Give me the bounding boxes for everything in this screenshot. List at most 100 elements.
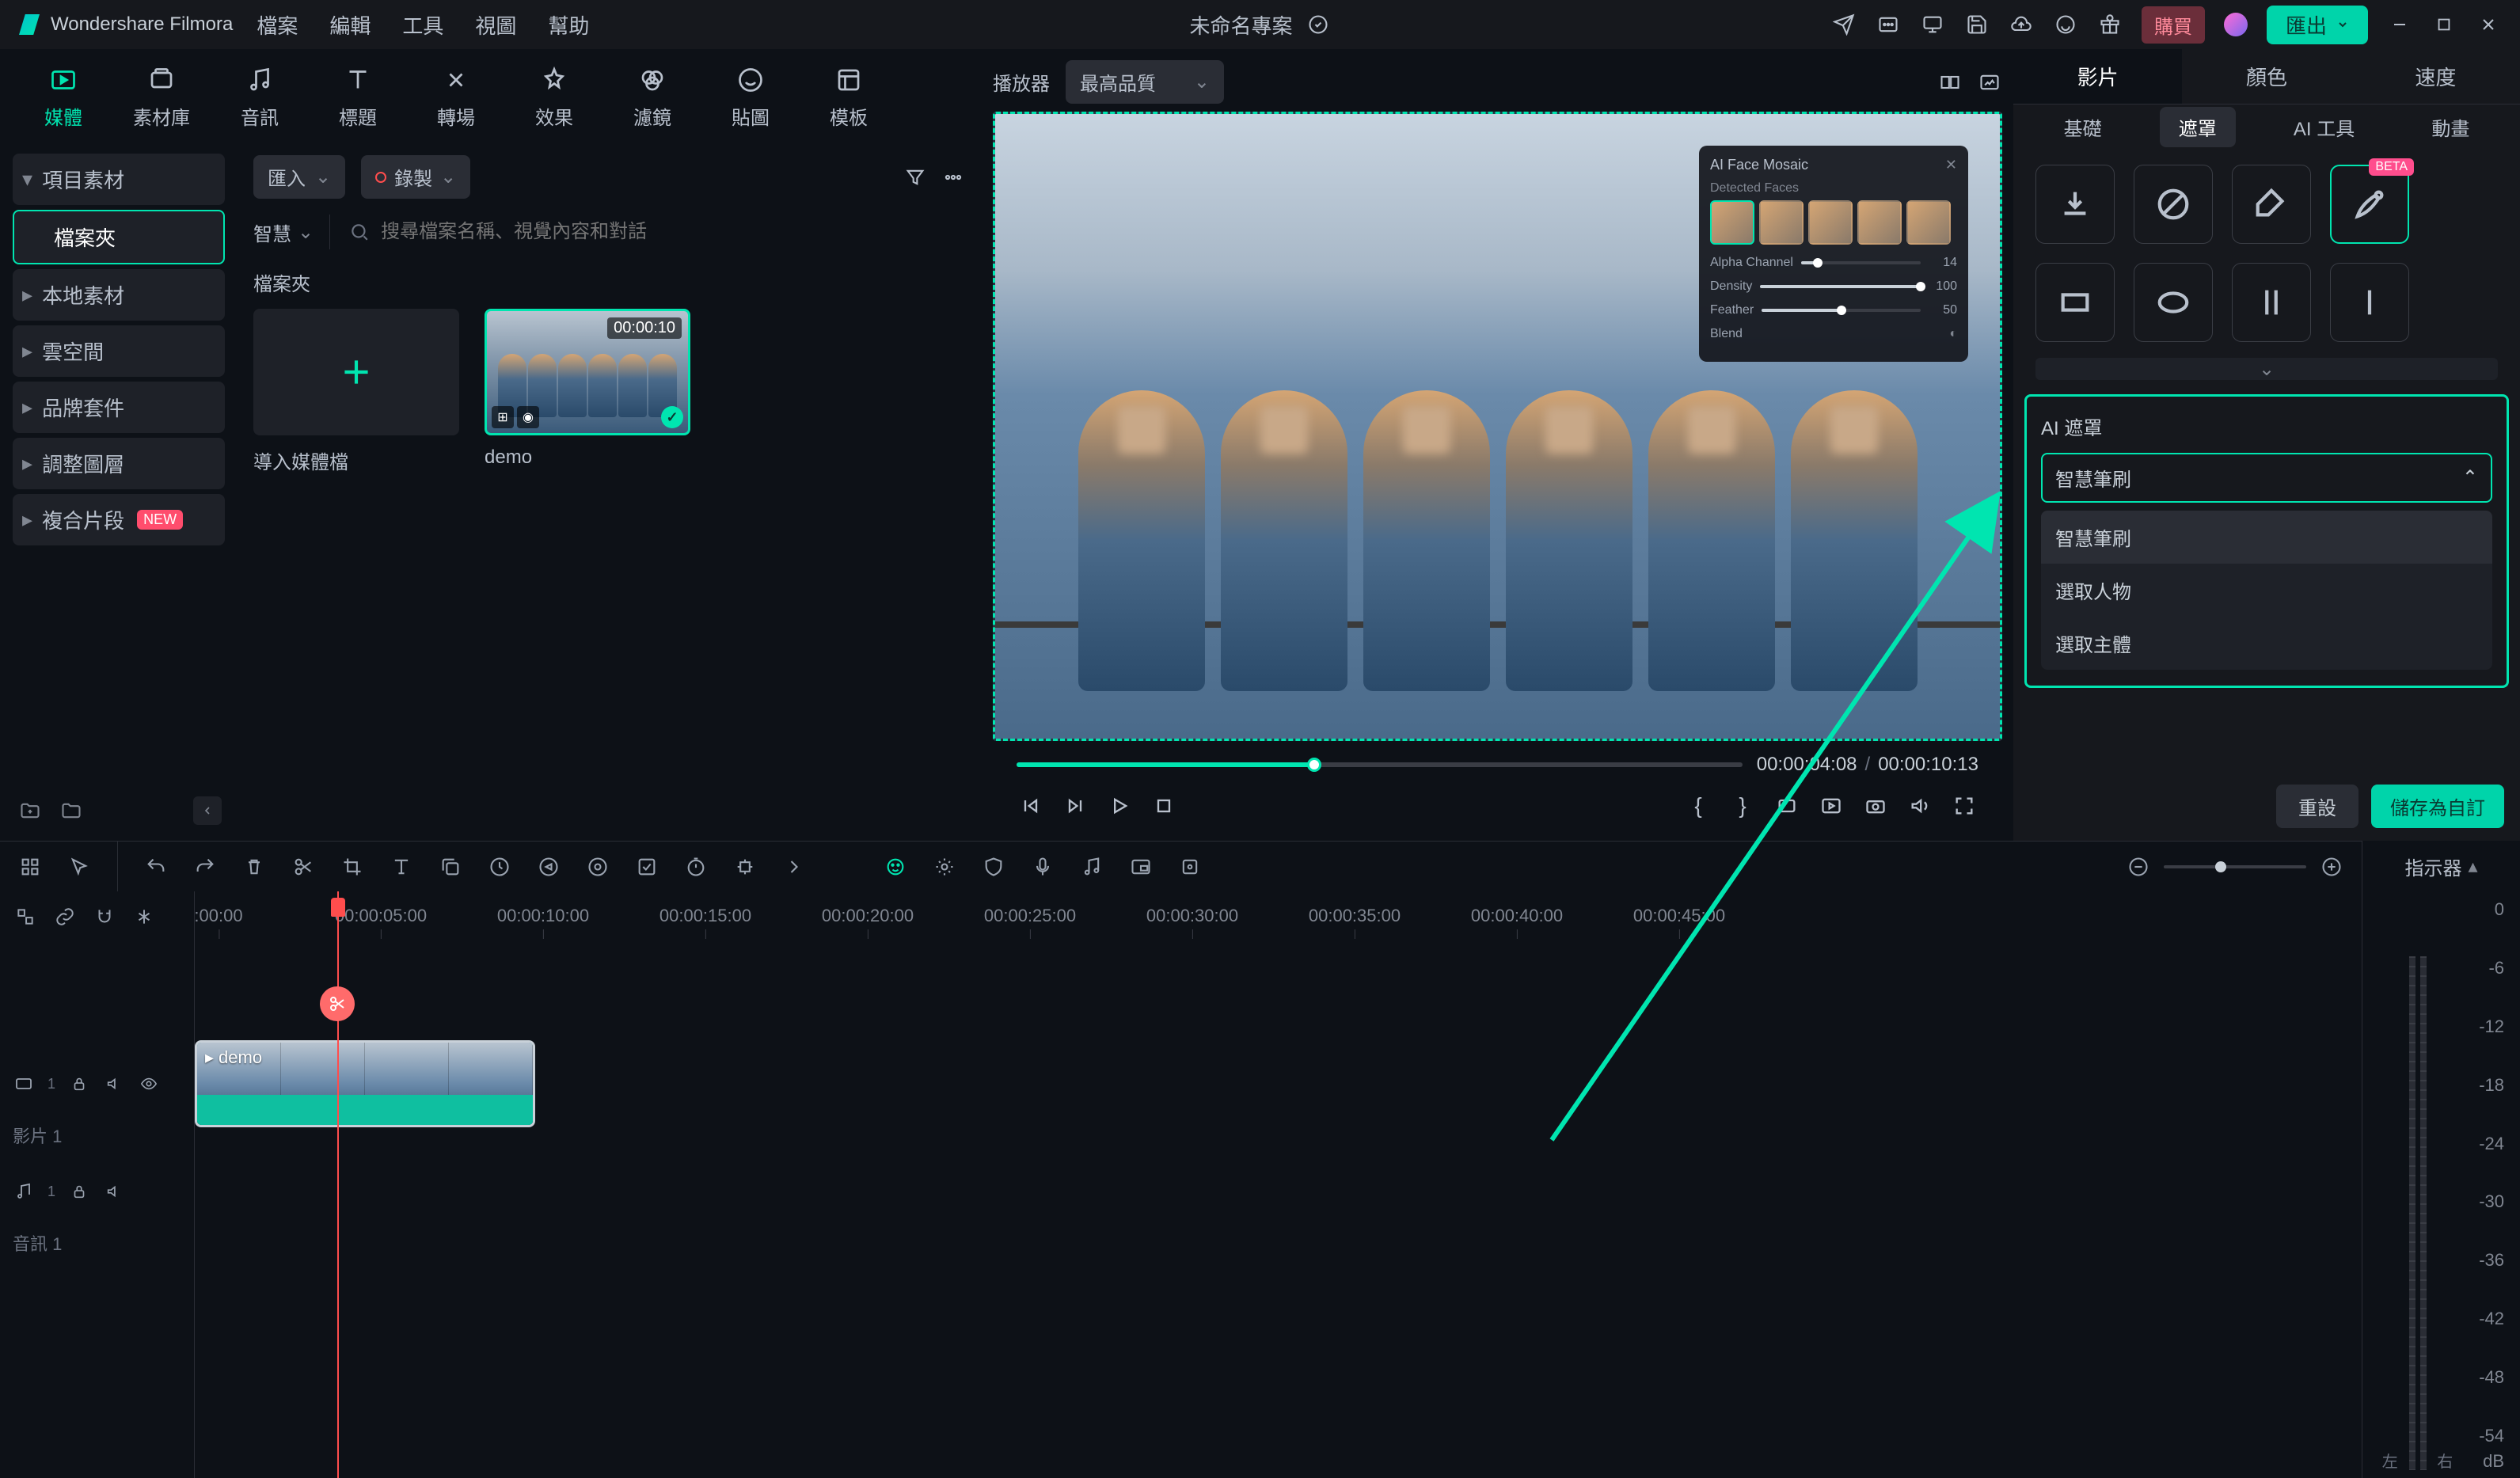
subtab-animation[interactable]: 動畫 [2412, 107, 2488, 147]
camera-button[interactable] [1861, 792, 1890, 820]
mark-in-button[interactable]: { [1684, 792, 1712, 820]
density-slider[interactable] [1760, 285, 1921, 288]
compare-icon[interactable] [1937, 70, 1963, 95]
tl-color-button[interactable] [583, 853, 612, 881]
play-button[interactable] [1105, 792, 1134, 820]
tl-redo-button[interactable] [191, 853, 219, 881]
tl-mic-button[interactable] [1028, 853, 1057, 881]
tl-stopwatch-button[interactable] [682, 853, 710, 881]
tl-crop-button[interactable] [338, 853, 367, 881]
track-lock-icon[interactable] [68, 1073, 90, 1095]
tl-tracking-button[interactable] [731, 853, 759, 881]
save-icon[interactable] [1964, 12, 1990, 37]
tl-undo-button[interactable] [142, 853, 170, 881]
tl-reverse-button[interactable] [534, 853, 563, 881]
tl-marker-button[interactable] [1176, 853, 1204, 881]
ai-option-smart-brush[interactable]: 智慧筆刷 [2041, 511, 2492, 564]
message-icon[interactable] [1876, 12, 1901, 37]
video-track-header[interactable]: 1 [0, 1040, 194, 1127]
tl-magnet-button[interactable] [92, 904, 117, 929]
sidebar-item-adjust[interactable]: ▸調整圖層 [13, 438, 225, 489]
tl-link-button[interactable] [52, 904, 78, 929]
tl-layout-button[interactable] [16, 853, 44, 881]
sidebar-item-brand[interactable]: ▸品牌套件 [13, 382, 225, 433]
tl-split-button[interactable] [289, 853, 317, 881]
blend-toggle-icon[interactable]: ◐ [1949, 327, 1957, 341]
tl-nest-button[interactable] [13, 904, 38, 929]
tab-effect[interactable]: 效果 [507, 59, 602, 135]
tab-stock[interactable]: 素材庫 [114, 59, 209, 135]
timeline-ruler[interactable]: :00:00 00:00:05:00 00:00:10:00 00:00:15:… [195, 891, 2362, 942]
ai-face-mosaic-panel[interactable]: AI Face Mosaic✕ Detected Faces Alpha Cha… [1699, 146, 1968, 362]
tab-title[interactable]: 標題 [310, 59, 405, 135]
tab-media[interactable]: 媒體 [16, 59, 111, 135]
audio-mute-icon[interactable] [103, 1180, 125, 1203]
export-button[interactable]: 匯出 [2267, 6, 2368, 44]
cloud-upload-icon[interactable] [2009, 12, 2034, 37]
tab-template[interactable]: 模板 [801, 59, 896, 135]
render-preview-button[interactable] [1817, 792, 1845, 820]
save-preset-button[interactable]: 儲存為自訂 [2371, 785, 2504, 828]
import-dropdown[interactable]: 匯入⌄ [253, 155, 345, 199]
subtab-basic[interactable]: 基礎 [2045, 107, 2121, 147]
sidebar-item-compound[interactable]: ▸複合片段NEW [13, 494, 225, 545]
user-avatar[interactable] [2224, 13, 2248, 36]
preview-viewport[interactable]: AI Face Mosaic✕ Detected Faces Alpha Cha… [993, 112, 2002, 741]
tl-music-button[interactable] [1078, 853, 1106, 881]
tl-pip-button[interactable] [1127, 853, 1155, 881]
prev-frame-button[interactable] [1017, 792, 1045, 820]
cut-marker[interactable] [320, 986, 355, 1021]
sidebar-item-project[interactable]: ▾項目素材 [13, 154, 225, 205]
send-icon[interactable] [1831, 12, 1857, 37]
mask-import[interactable] [2035, 165, 2115, 244]
timeline-clip-demo[interactable]: ▸demo [195, 1040, 535, 1127]
playhead[interactable] [337, 891, 339, 1478]
tl-more-button[interactable] [780, 853, 808, 881]
face-thumb-4[interactable] [1857, 200, 1902, 245]
subtab-mask[interactable]: 遮罩 [2160, 107, 2236, 147]
monitor-icon[interactable] [1920, 12, 1945, 37]
stop-button[interactable] [1150, 792, 1178, 820]
mask-rect[interactable] [2035, 263, 2115, 342]
expand-shapes-button[interactable]: ⌄ [2035, 358, 2498, 380]
face-thumb-2[interactable] [1759, 200, 1804, 245]
quality-dropdown[interactable]: 最高品質⌄ [1066, 60, 1224, 104]
filter-icon[interactable] [903, 165, 928, 190]
tab-audio[interactable]: 音訊 [212, 59, 307, 135]
ai-mask-dropdown[interactable]: 智慧筆刷 ⌃ [2041, 453, 2492, 503]
tl-cursor-button[interactable] [65, 853, 93, 881]
reset-button[interactable]: 重設 [2276, 785, 2358, 828]
collapse-sidebar-button[interactable] [193, 796, 222, 825]
track-mute-icon[interactable] [103, 1073, 125, 1095]
tl-snap-button[interactable] [131, 904, 157, 929]
tl-ai-button[interactable] [881, 853, 910, 881]
mask-none[interactable] [2134, 165, 2213, 244]
sidebar-item-folder[interactable]: 檔案夾 [13, 210, 225, 264]
menu-tools[interactable]: 工具 [402, 10, 443, 40]
gift-icon[interactable] [2097, 12, 2123, 37]
tab-transition[interactable]: 轉場 [409, 59, 504, 135]
face-thumb-1[interactable] [1710, 200, 1754, 245]
buy-button[interactable]: 購買 [2142, 6, 2205, 44]
menu-view[interactable]: 視圖 [475, 10, 516, 40]
clip-tools-button[interactable] [1773, 792, 1801, 820]
tl-shield-button[interactable] [979, 853, 1008, 881]
tl-chroma-button[interactable] [633, 853, 661, 881]
search-mode-dropdown[interactable]: 智慧⌄ [253, 218, 314, 246]
zoom-slider[interactable] [2164, 865, 2306, 868]
ai-option-select-person[interactable]: 選取人物 [2041, 564, 2492, 617]
tab-filter[interactable]: 濾鏡 [605, 59, 700, 135]
maximize-button[interactable] [2431, 12, 2457, 37]
record-dropdown[interactable]: 錄製⌄ [361, 155, 470, 199]
import-media-button[interactable] [253, 309, 459, 435]
menu-file[interactable]: 檔案 [257, 10, 298, 40]
track-visible-icon[interactable] [138, 1073, 160, 1095]
cloud-sync-icon[interactable] [1306, 12, 1331, 37]
menu-edit[interactable]: 編輯 [329, 10, 371, 40]
tab-sticker[interactable]: 貼圖 [703, 59, 798, 135]
subtab-ai-tools[interactable]: AI 工具 [2275, 107, 2374, 147]
tl-delete-button[interactable] [240, 853, 268, 881]
scrub-bar[interactable] [1017, 762, 1743, 767]
search-input[interactable] [381, 221, 963, 243]
tl-speed-button[interactable] [485, 853, 514, 881]
